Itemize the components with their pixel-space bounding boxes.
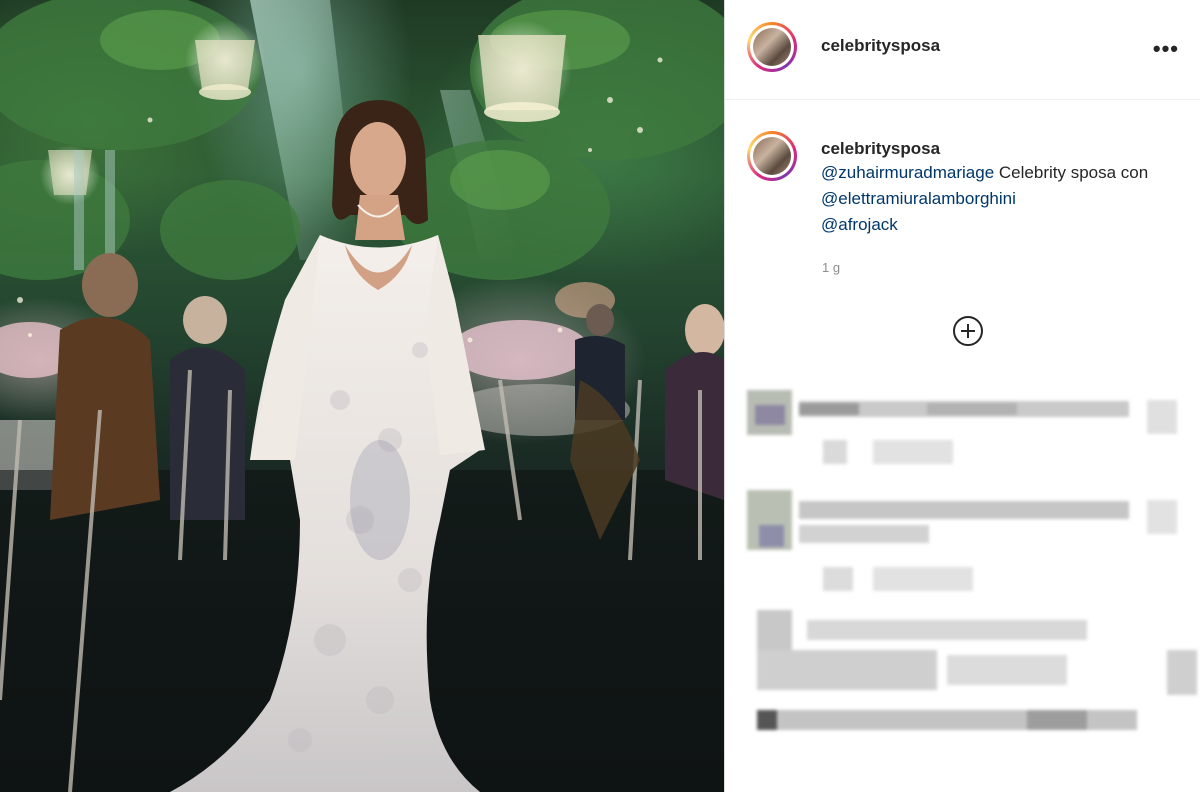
post-caption: celebritysposa @zuhairmuradmariage Celeb…	[821, 138, 1173, 238]
comment-blurred-2	[747, 485, 1197, 595]
header-username[interactable]: celebritysposa	[821, 36, 940, 56]
caption-text: Celebrity sposa con	[994, 163, 1149, 182]
wedding-scene-image	[0, 0, 724, 792]
comment-blurred-3	[747, 610, 1197, 740]
caption-author[interactable]: celebritysposa	[821, 138, 1173, 160]
post-photo[interactable]	[0, 0, 724, 792]
caption-avatar[interactable]	[747, 131, 797, 181]
post-header: celebritysposa •••	[725, 0, 1200, 100]
mention-link-zuhairmuradmariage[interactable]: @zuhairmuradmariage	[821, 163, 994, 182]
post-timestamp[interactable]: 1 g	[822, 260, 840, 275]
comment-blurred-1	[747, 385, 1197, 475]
plus-circle-icon[interactable]	[953, 316, 983, 346]
mention-link-elettramiuralamborghini[interactable]: @elettramiuralamborghini	[821, 189, 1016, 208]
more-options-icon[interactable]: •••	[1153, 36, 1179, 62]
post-details-panel: celebritysposa ••• celebritysposa @zuhai…	[724, 0, 1200, 792]
mention-link-afrojack[interactable]: @afrojack	[821, 215, 898, 234]
avatar[interactable]	[747, 22, 797, 72]
